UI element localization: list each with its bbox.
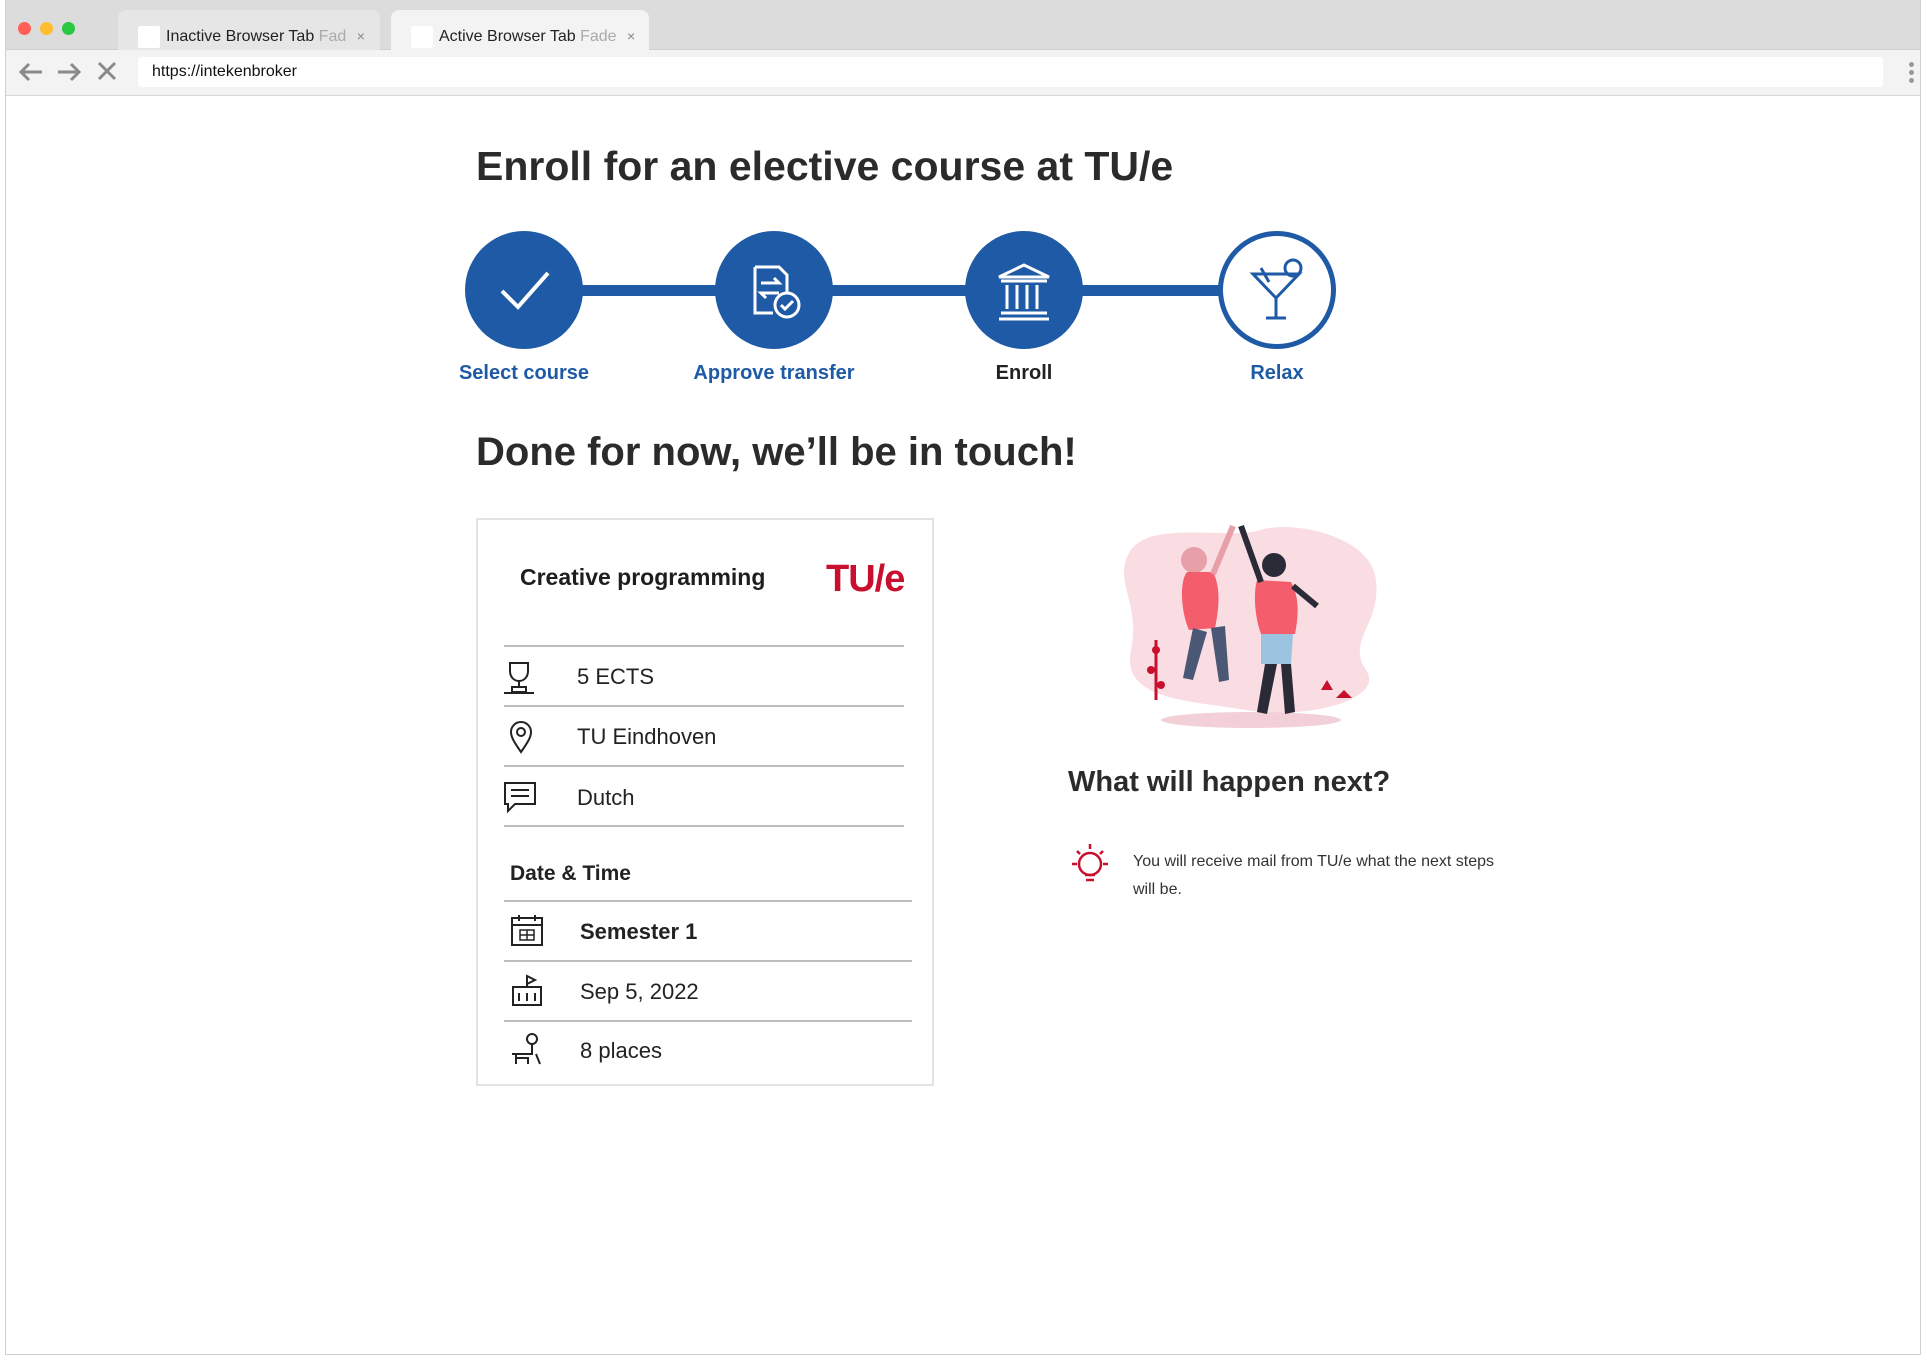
document-transfer-check-icon — [753, 265, 801, 319]
favicon-icon — [411, 26, 433, 48]
favicon-icon — [138, 26, 160, 48]
stepper-progress-line — [526, 285, 1276, 296]
semester-value: Semester 1 — [580, 919, 698, 944]
language-value: Dutch — [577, 785, 635, 810]
close-window-button[interactable] — [18, 22, 31, 35]
close-tab-icon[interactable]: × — [627, 28, 635, 44]
stop-icon[interactable] — [96, 60, 118, 87]
divider — [504, 825, 904, 827]
ects-value: 5 ECTS — [577, 664, 655, 689]
minimize-window-button[interactable] — [40, 22, 53, 35]
celebrating-people-illustration — [1123, 524, 1377, 728]
course-card: Creative programming TU/e 5 ECTS TU Eind… — [476, 518, 934, 1086]
start-date-value: Sep 5, 2022 — [580, 979, 699, 1004]
tab-active[interactable]: Active Browser Tab Fade × — [391, 10, 649, 50]
divider — [504, 1020, 912, 1022]
url-field[interactable]: https://intekenbroker — [138, 57, 1883, 87]
step-approve-transfer[interactable] — [715, 231, 833, 349]
checkmark-icon — [500, 271, 550, 310]
divider — [504, 705, 904, 707]
tab-inactive[interactable]: Inactive Browser Tab Fad × — [118, 10, 380, 50]
step-label-enroll[interactable]: Enroll — [914, 362, 1134, 385]
browser-window: Inactive Browser Tab Fad × Active Browse… — [5, 0, 1921, 1355]
date-time-heading: Date & Time — [510, 862, 631, 885]
maximize-window-button[interactable] — [62, 22, 75, 35]
next-steps-heading: What will happen next? — [1068, 766, 1391, 798]
tue-logo: TU/e — [826, 558, 905, 600]
university-building-icon — [998, 263, 1050, 321]
step-label-approve-transfer[interactable]: Approve transfer — [664, 362, 884, 385]
seats-icon — [512, 1033, 541, 1065]
done-heading: Done for now, we’ll be in touch! — [476, 430, 1077, 474]
forward-arrow-icon[interactable] — [56, 60, 82, 89]
location-pin-icon — [509, 721, 533, 754]
divider — [504, 765, 904, 767]
location-value: TU Eindhoven — [577, 724, 717, 749]
tab-bar: Inactive Browser Tab Fad × Active Browse… — [6, 0, 1920, 50]
browser-menu-icon[interactable] — [1909, 62, 1914, 86]
close-tab-icon[interactable]: × — [357, 28, 365, 44]
divider — [504, 645, 904, 647]
start-date-icon — [512, 974, 542, 1006]
course-title: Creative programming — [520, 564, 766, 590]
calendar-icon — [511, 915, 543, 946]
back-arrow-icon[interactable] — [18, 60, 44, 89]
trophy-icon — [504, 662, 534, 694]
step-enroll[interactable] — [965, 231, 1083, 349]
cocktail-glass-icon — [1249, 258, 1303, 320]
step-relax[interactable] — [1218, 231, 1336, 349]
chat-bubble-icon — [504, 782, 536, 814]
page-title: Enroll for an elective course at TU/e — [476, 143, 1174, 189]
tab-label-fade: Fad — [318, 28, 347, 45]
tab-label-fade: Fade — [580, 28, 617, 45]
step-label-select-course[interactable]: Select course — [414, 362, 634, 385]
step-select-course[interactable] — [465, 231, 583, 349]
divider — [504, 900, 912, 902]
tab-label: Inactive Browser Tab — [166, 28, 315, 45]
address-bar-row: https://intekenbroker — [6, 50, 1920, 96]
step-label-relax[interactable]: Relax — [1167, 362, 1387, 385]
next-steps-message: You will receive mail from TU/e what the… — [1133, 853, 1495, 898]
divider — [504, 960, 912, 962]
lightbulb-icon — [1072, 844, 1108, 882]
places-value: 8 places — [580, 1038, 662, 1063]
tab-label: Active Browser Tab — [439, 28, 576, 45]
